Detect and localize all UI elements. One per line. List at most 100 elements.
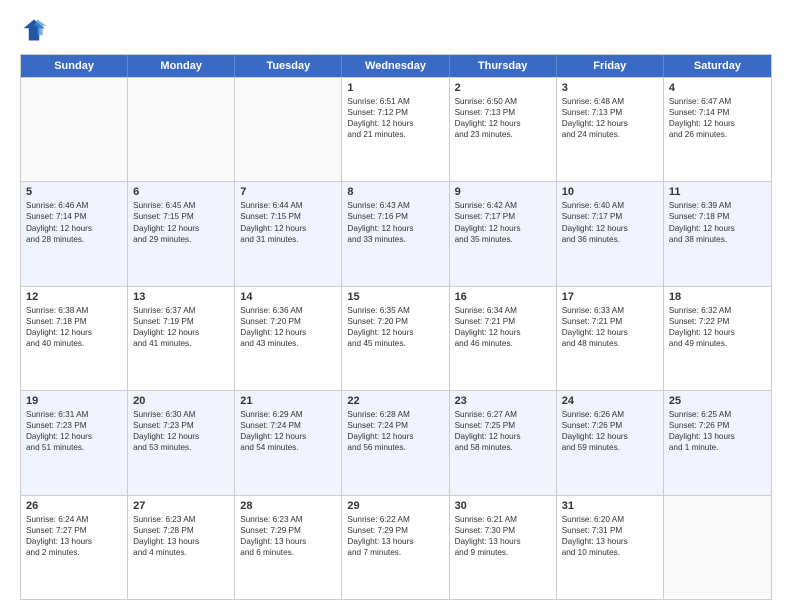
calendar-row-4: 19Sunrise: 6:31 AM Sunset: 7:23 PM Dayli… [21,390,771,494]
calendar: SundayMondayTuesdayWednesdayThursdayFrid… [20,54,772,600]
day-header-friday: Friday [557,55,664,77]
cell-daylight-info: Sunrise: 6:44 AM Sunset: 7:15 PM Dayligh… [240,200,336,244]
calendar-cell: 18 Sunrise: 6:32 AM Sunset: 7:22 PM Dayli… [664,287,771,390]
cell-date-number: 16 [455,291,551,303]
calendar-cell: 21 Sunrise: 6:29 AM Sunset: 7:24 PM Dayli… [235,391,342,494]
cell-daylight-info: Sunrise: 6:35 AM Sunset: 7:20 PM Dayligh… [347,305,443,349]
cell-daylight-info: Sunrise: 6:20 AM Sunset: 7:31 PM Dayligh… [562,514,658,558]
cell-daylight-info: Sunrise: 6:43 AM Sunset: 7:16 PM Dayligh… [347,200,443,244]
cell-daylight-info: Sunrise: 6:23 AM Sunset: 7:29 PM Dayligh… [240,514,336,558]
logo-icon [20,16,48,44]
cell-date-number: 3 [562,82,658,94]
cell-date-number: 25 [669,395,766,407]
calendar-cell: 9 Sunrise: 6:42 AM Sunset: 7:17 PM Daylig… [450,182,557,285]
calendar-cell: 15 Sunrise: 6:35 AM Sunset: 7:20 PM Dayli… [342,287,449,390]
cell-date-number: 9 [455,186,551,198]
cell-date-number: 1 [347,82,443,94]
cell-date-number: 31 [562,500,658,512]
cell-date-number: 27 [133,500,229,512]
cell-date-number: 18 [669,291,766,303]
cell-daylight-info: Sunrise: 6:28 AM Sunset: 7:24 PM Dayligh… [347,409,443,453]
cell-date-number: 24 [562,395,658,407]
cell-date-number: 26 [26,500,122,512]
calendar-cell: 7 Sunrise: 6:44 AM Sunset: 7:15 PM Daylig… [235,182,342,285]
cell-date-number: 20 [133,395,229,407]
cell-date-number: 10 [562,186,658,198]
cell-daylight-info: Sunrise: 6:40 AM Sunset: 7:17 PM Dayligh… [562,200,658,244]
day-header-monday: Monday [128,55,235,77]
cell-daylight-info: Sunrise: 6:29 AM Sunset: 7:24 PM Dayligh… [240,409,336,453]
cell-date-number: 8 [347,186,443,198]
calendar-row-1: 1 Sunrise: 6:51 AM Sunset: 7:12 PM Daylig… [21,77,771,181]
calendar-cell: 12 Sunrise: 6:38 AM Sunset: 7:18 PM Dayli… [21,287,128,390]
cell-daylight-info: Sunrise: 6:38 AM Sunset: 7:18 PM Dayligh… [26,305,122,349]
cell-daylight-info: Sunrise: 6:27 AM Sunset: 7:25 PM Dayligh… [455,409,551,453]
cell-daylight-info: Sunrise: 6:31 AM Sunset: 7:23 PM Dayligh… [26,409,122,453]
calendar-cell: 30Sunrise: 6:21 AM Sunset: 7:30 PM Dayli… [450,496,557,599]
cell-date-number: 7 [240,186,336,198]
cell-date-number: 5 [26,186,122,198]
cell-daylight-info: Sunrise: 6:51 AM Sunset: 7:12 PM Dayligh… [347,96,443,140]
cell-date-number: 22 [347,395,443,407]
calendar-cell: 2 Sunrise: 6:50 AM Sunset: 7:13 PM Daylig… [450,78,557,181]
calendar-cell: 29 Sunrise: 6:22 AM Sunset: 7:29 PM Dayli… [342,496,449,599]
cell-daylight-info: Sunrise: 6:39 AM Sunset: 7:18 PM Dayligh… [669,200,766,244]
cell-daylight-info: Sunrise: 6:42 AM Sunset: 7:17 PM Dayligh… [455,200,551,244]
cell-date-number: 14 [240,291,336,303]
calendar-cell: 19Sunrise: 6:31 AM Sunset: 7:23 PM Dayli… [21,391,128,494]
cell-date-number: 13 [133,291,229,303]
day-header-sunday: Sunday [21,55,128,77]
calendar-cell: 20 Sunrise: 6:30 AM Sunset: 7:23 PM Dayli… [128,391,235,494]
cell-daylight-info: Sunrise: 6:37 AM Sunset: 7:19 PM Dayligh… [133,305,229,349]
cell-daylight-info: Sunrise: 6:26 AM Sunset: 7:26 PM Dayligh… [562,409,658,453]
cell-date-number: 30 [455,500,551,512]
page: SundayMondayTuesdayWednesdayThursdayFrid… [0,0,792,612]
calendar-row-3: 12 Sunrise: 6:38 AM Sunset: 7:18 PM Dayli… [21,286,771,390]
calendar-cell: 11Sunrise: 6:39 AM Sunset: 7:18 PM Dayli… [664,182,771,285]
calendar-cell: 27Sunrise: 6:23 AM Sunset: 7:28 PM Dayli… [128,496,235,599]
cell-daylight-info: Sunrise: 6:34 AM Sunset: 7:21 PM Dayligh… [455,305,551,349]
calendar-cell: 31 Sunrise: 6:20 AM Sunset: 7:31 PM Dayli… [557,496,664,599]
day-header-thursday: Thursday [450,55,557,77]
cell-date-number: 12 [26,291,122,303]
header [20,16,772,44]
calendar-cell: 17 Sunrise: 6:33 AM Sunset: 7:21 PM Dayli… [557,287,664,390]
cell-daylight-info: Sunrise: 6:22 AM Sunset: 7:29 PM Dayligh… [347,514,443,558]
calendar-cell [128,78,235,181]
cell-date-number: 21 [240,395,336,407]
cell-date-number: 15 [347,291,443,303]
calendar-cell: 25Sunrise: 6:25 AM Sunset: 7:26 PM Dayli… [664,391,771,494]
cell-date-number: 4 [669,82,766,94]
calendar-cell: 10 Sunrise: 6:40 AM Sunset: 7:17 PM Dayli… [557,182,664,285]
day-header-saturday: Saturday [664,55,771,77]
calendar-cell: 13 Sunrise: 6:37 AM Sunset: 7:19 PM Dayli… [128,287,235,390]
cell-daylight-info: Sunrise: 6:50 AM Sunset: 7:13 PM Dayligh… [455,96,551,140]
cell-daylight-info: Sunrise: 6:33 AM Sunset: 7:21 PM Dayligh… [562,305,658,349]
calendar-row-2: 5 Sunrise: 6:46 AM Sunset: 7:14 PM Daylig… [21,181,771,285]
cell-date-number: 29 [347,500,443,512]
cell-date-number: 23 [455,395,551,407]
calendar-cell: 6 Sunrise: 6:45 AM Sunset: 7:15 PM Daylig… [128,182,235,285]
cell-date-number: 6 [133,186,229,198]
calendar-cell: 1 Sunrise: 6:51 AM Sunset: 7:12 PM Daylig… [342,78,449,181]
logo [20,16,52,44]
calendar-body: 1 Sunrise: 6:51 AM Sunset: 7:12 PM Daylig… [21,77,771,599]
day-header-wednesday: Wednesday [342,55,449,77]
calendar-row-5: 26Sunrise: 6:24 AM Sunset: 7:27 PM Dayli… [21,495,771,599]
cell-daylight-info: Sunrise: 6:30 AM Sunset: 7:23 PM Dayligh… [133,409,229,453]
cell-daylight-info: Sunrise: 6:48 AM Sunset: 7:13 PM Dayligh… [562,96,658,140]
calendar-cell: 5 Sunrise: 6:46 AM Sunset: 7:14 PM Daylig… [21,182,128,285]
calendar-cell: 4 Sunrise: 6:47 AM Sunset: 7:14 PM Daylig… [664,78,771,181]
cell-daylight-info: Sunrise: 6:45 AM Sunset: 7:15 PM Dayligh… [133,200,229,244]
cell-date-number: 17 [562,291,658,303]
cell-daylight-info: Sunrise: 6:47 AM Sunset: 7:14 PM Dayligh… [669,96,766,140]
cell-daylight-info: Sunrise: 6:36 AM Sunset: 7:20 PM Dayligh… [240,305,336,349]
cell-date-number: 2 [455,82,551,94]
calendar-cell: 3 Sunrise: 6:48 AM Sunset: 7:13 PM Daylig… [557,78,664,181]
calendar-cell [235,78,342,181]
calendar-cell: 16 Sunrise: 6:34 AM Sunset: 7:21 PM Dayli… [450,287,557,390]
calendar-cell: 22 Sunrise: 6:28 AM Sunset: 7:24 PM Dayli… [342,391,449,494]
cell-daylight-info: Sunrise: 6:32 AM Sunset: 7:22 PM Dayligh… [669,305,766,349]
calendar-cell [664,496,771,599]
cell-daylight-info: Sunrise: 6:46 AM Sunset: 7:14 PM Dayligh… [26,200,122,244]
